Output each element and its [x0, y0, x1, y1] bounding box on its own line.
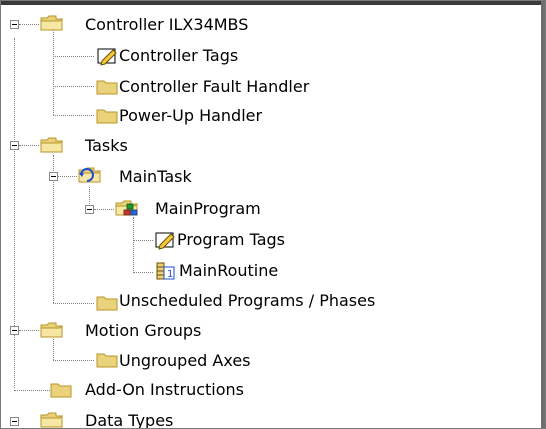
collapse-toggle[interactable] [10, 20, 19, 29]
tree-guide-line [133, 240, 153, 241]
tree-node-label[interactable]: Controller ILX34MBS [83, 15, 250, 35]
tree-node-label[interactable]: MainRoutine [177, 261, 280, 281]
tree-guide-line [14, 38, 15, 388]
tree-guide-line [53, 115, 94, 116]
tree-guide-line [53, 339, 54, 360]
tree-node-label[interactable]: Controller Tags [117, 46, 240, 66]
tree-node-label[interactable]: Add-On Instructions [83, 380, 246, 400]
tree-guide-line [53, 86, 94, 87]
collapse-toggle[interactable] [85, 205, 94, 214]
tree-node-label[interactable]: Ungrouped Axes [117, 351, 253, 371]
collapse-toggle[interactable] [49, 172, 58, 181]
tree-node-label[interactable]: MainProgram [153, 199, 263, 219]
tree-node-label[interactable]: Unscheduled Programs / Phases [117, 291, 377, 311]
tree-guide-line [53, 56, 94, 57]
tree-guide-line [94, 209, 114, 210]
routine-icon: 1 [156, 262, 175, 280]
tree-guide-line [53, 303, 94, 304]
controller-organizer-tree: Controller ILX34MBS Controller Tags Cont… [0, 0, 546, 429]
folder-open-icon [40, 322, 63, 338]
program-icon [115, 200, 138, 216]
tree-guide-line [19, 330, 39, 331]
tree-guide-line [133, 217, 134, 273]
collapse-toggle[interactable] [10, 417, 19, 426]
tree-guide-line [58, 176, 77, 177]
tree-guide-line [14, 390, 50, 391]
window-top-border [1, 1, 545, 5]
collapse-toggle[interactable] [10, 326, 19, 335]
tree-node-label[interactable]: MainTask [117, 167, 194, 187]
tree-node-label[interactable]: Data Types [83, 411, 175, 428]
tree-node-label[interactable]: Tasks [83, 136, 130, 156]
tree-guide-line [19, 145, 39, 146]
tree-guide-line [133, 272, 153, 273]
svg-text:1: 1 [167, 269, 173, 280]
tree-guide-line [53, 360, 94, 361]
tree-node-label[interactable]: Controller Fault Handler [117, 77, 311, 97]
collapse-toggle[interactable] [10, 141, 19, 150]
tree-node-label[interactable]: Program Tags [175, 230, 287, 250]
tree-guide-line [19, 24, 39, 25]
tree-node-label[interactable]: Motion Groups [83, 321, 203, 341]
window-right-border [541, 1, 545, 428]
folder-open-icon [40, 137, 63, 153]
tree-node-label[interactable]: Power-Up Handler [117, 106, 264, 126]
folder-icon [50, 383, 72, 398]
task-icon [78, 167, 101, 183]
folder-open-icon [40, 15, 63, 31]
tree-guide-line [53, 23, 54, 115]
folder-open-icon [40, 412, 63, 428]
